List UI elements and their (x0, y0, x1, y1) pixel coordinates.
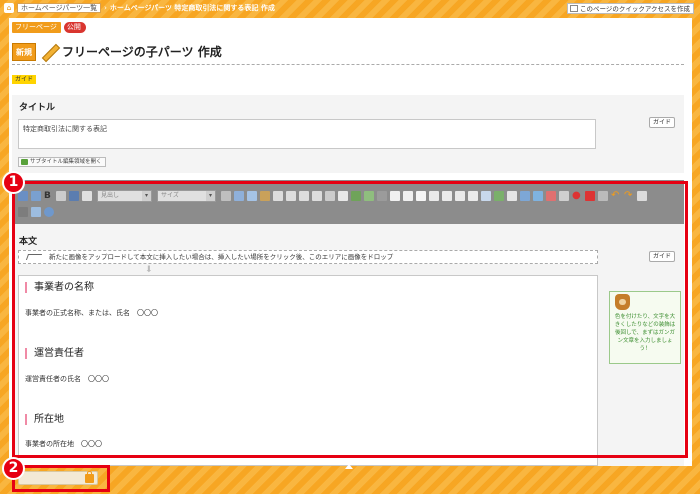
quick-access-button[interactable]: このページのクイックアクセスを作成 (566, 3, 694, 14)
callout-frame-1 (12, 181, 688, 458)
page-header: 新規 フリーページの子パーツ 作成 (12, 39, 684, 65)
title-guide-button[interactable]: ガイド (649, 117, 676, 128)
pencil-icon (41, 44, 57, 60)
guide-tag[interactable]: ガイド (12, 75, 37, 84)
public-status-badge: 公開 (63, 22, 86, 33)
page-type-tag: フリーページ (12, 22, 61, 33)
breadcrumb-current: ホームページパーツ 特定商取引法に関する表記 作成 (109, 4, 275, 12)
home-icon[interactable]: ⌂ (4, 3, 14, 13)
panel-notch (345, 464, 353, 469)
quick-access-label: このページのクイックアクセスを作成 (579, 5, 690, 13)
status-row: フリーページ 公開 (12, 22, 86, 33)
subtitle-toggle-button[interactable]: サブタイトル編集領域を開く (18, 157, 106, 167)
breadcrumb-separator-icon: › (104, 4, 107, 12)
title-input[interactable]: 特定商取引法に関する表記 (18, 119, 596, 149)
new-badge: 新規 (12, 42, 36, 61)
callout-badge-1: 1 (2, 171, 25, 194)
window-icon (569, 5, 578, 12)
callout-frame-2 (12, 465, 110, 492)
page-title: フリーページの子パーツ 作成 (62, 45, 222, 59)
title-label: タイトル (19, 103, 56, 113)
title-section: タイトル 特定商取引法に関する表記 ガイド サブタイトル編集領域を開く (12, 95, 684, 173)
callout-badge-2: 2 (2, 457, 25, 480)
breadcrumb-link-parts-list[interactable]: ホームページパーツ一覧 (17, 3, 102, 13)
